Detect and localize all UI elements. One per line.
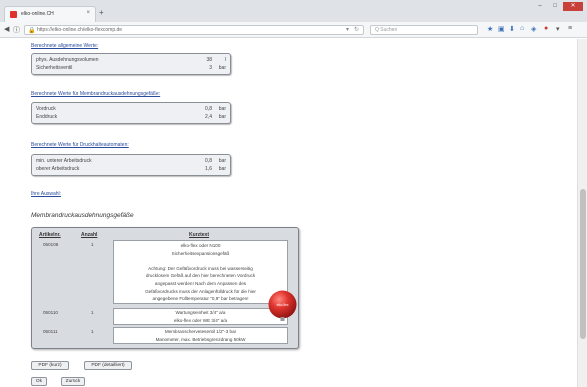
close-window-button[interactable]: ✕ xyxy=(563,2,583,11)
maximize-button[interactable]: □ xyxy=(548,2,562,11)
description-cell: Membranschervetesentil 1/2"-3 bar Manome… xyxy=(113,327,288,344)
quantity: 1 xyxy=(91,329,94,334)
menu-icon[interactable]: ≡ xyxy=(568,25,572,32)
description-cell: Wartungseinheit 3/4" a/a elko-flex oder … xyxy=(113,308,288,325)
tab-close-icon[interactable]: × xyxy=(86,10,90,16)
general-values-box: phys. Ausdehnungsvolumen 38 l Sicherheit… xyxy=(31,53,231,75)
description-cell: elko-flex oder N100 Sicherheitsexpansion… xyxy=(113,240,288,304)
selection-link[interactable]: Ihre Auswahl: xyxy=(31,191,61,197)
star-icon[interactable]: ★ xyxy=(487,25,493,33)
clipboard-icon[interactable]: ▣ xyxy=(498,25,505,33)
ok-button[interactable]: Ok xyxy=(31,377,47,386)
value-row: Vordruck 0,8 bar xyxy=(36,106,226,112)
value-row: phys. Ausdehnungsvolumen 38 l xyxy=(36,57,226,63)
article-number: 050110 xyxy=(43,310,58,315)
addon-icon[interactable]: ● xyxy=(544,25,548,32)
value-row: oberer Arbeitsdruck 1,6 bar xyxy=(36,166,226,172)
favicon-icon xyxy=(10,11,17,18)
general-values-link[interactable]: Berechnete allgemeine Werte: xyxy=(31,43,98,49)
pressure-values-box: min. unterer Arbeitsdruck 0,8 bar oberer… xyxy=(31,154,231,176)
home-icon[interactable]: ⌂ xyxy=(520,25,524,32)
membrane-values-link[interactable]: Berechnete Werte für Membrandruckausdehn… xyxy=(31,91,160,97)
reload-icon[interactable]: ↻ xyxy=(354,26,359,33)
product-section-title: Membrandruckausdehnungsgefäße xyxy=(31,212,134,219)
scrollbar-thumb[interactable] xyxy=(580,189,586,339)
tab-bar: elko-online.CH × + – □ ✕ xyxy=(0,0,587,22)
value-row: Enddruck 2,4 bar xyxy=(36,114,226,120)
pocket-icon[interactable]: ◈ xyxy=(531,25,536,33)
pdf-short-button[interactable]: PDF (kurz) xyxy=(31,361,69,370)
lock-icon: 🔒 xyxy=(28,28,36,34)
article-number: 050111 xyxy=(43,329,58,334)
column-header-article: Artikelnr. xyxy=(39,232,61,238)
info-icon[interactable]: ⓘ xyxy=(13,25,20,35)
window-controls: – □ ✕ xyxy=(533,2,583,12)
dropdown-icon[interactable]: ▾ xyxy=(346,26,349,33)
url-text: https://elko-online.ch/elko-flexcomp.de xyxy=(37,27,123,33)
back-button[interactable]: Zurück xyxy=(61,377,85,386)
search-placeholder: Q Suchen xyxy=(375,27,398,33)
more-icon[interactable]: ▾ xyxy=(556,25,560,33)
search-input[interactable]: Q Suchen xyxy=(370,25,478,35)
article-number: 050108 xyxy=(43,242,59,247)
quantity: 1 xyxy=(91,310,94,315)
column-header-quantity: Anzahl xyxy=(81,232,98,238)
value-row: min. unterer Arbeitsdruck 0,8 bar xyxy=(36,158,226,164)
value-row: Sicherheitsventil 3 bar xyxy=(36,65,226,71)
vertical-scrollbar[interactable] xyxy=(577,39,587,387)
pdf-detail-button[interactable]: PDF (detailliert) xyxy=(84,361,132,370)
navigation-bar: ◀ ⓘ 🔒 https://elko-online.ch/elko-flexco… xyxy=(0,22,587,38)
ball-logo-text: elko-flex xyxy=(277,303,289,307)
new-tab-button[interactable]: + xyxy=(99,8,104,17)
membrane-values-box: Vordruck 0,8 bar Enddruck 2,4 bar xyxy=(31,102,231,124)
tab-title: elko-online.CH xyxy=(21,11,54,17)
back-arrow-icon[interactable]: ◀ xyxy=(4,25,9,33)
minimize-button[interactable]: – xyxy=(533,2,547,11)
quantity: 1 xyxy=(91,242,94,247)
download-icon[interactable]: ⬇ xyxy=(509,25,515,33)
pressure-values-link[interactable]: Berechnete Werte für Druckhalteautomaten… xyxy=(31,142,129,148)
browser-tab[interactable]: elko-online.CH × xyxy=(4,6,96,22)
address-bar[interactable]: 🔒 https://elko-online.ch/elko-flexcomp.d… xyxy=(24,25,364,35)
column-header-description: Kurztext xyxy=(189,232,210,238)
page-content: Berechnete allgemeine Werte: phys. Ausde… xyxy=(0,39,577,387)
product-table: Artikelnr. Anzahl Kurztext 050108 1 elko… xyxy=(31,227,299,349)
expansion-vessel-image: elko-flex xyxy=(268,290,297,321)
